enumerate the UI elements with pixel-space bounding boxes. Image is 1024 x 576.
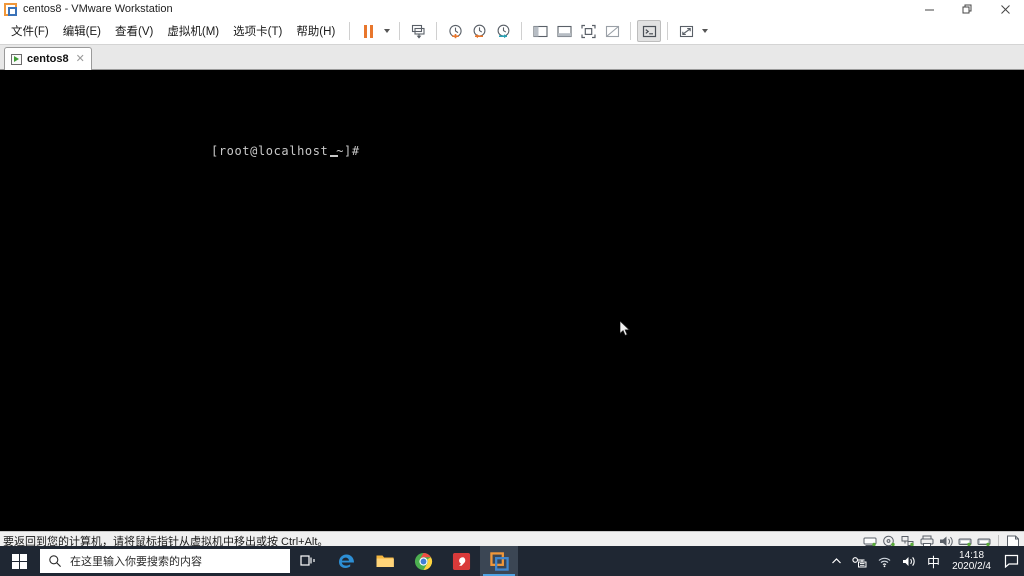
toolbar-separator xyxy=(436,22,438,40)
console-icon xyxy=(642,25,656,37)
system-tray: 中 14:18 2020/2/4 xyxy=(826,546,1024,576)
vmware-taskbar-button[interactable] xyxy=(480,546,518,576)
action-center-icon xyxy=(1004,554,1018,568)
wifi-button[interactable] xyxy=(872,546,897,576)
edge-button[interactable] xyxy=(328,546,366,576)
wifi-icon xyxy=(878,557,891,567)
toolbar-separator xyxy=(667,22,669,40)
snapshot-manager-button[interactable] xyxy=(491,20,515,42)
network-key-button[interactable] xyxy=(847,546,872,576)
take-snapshot-button[interactable] xyxy=(443,20,467,42)
windows-start-icon xyxy=(11,553,27,569)
library-panel-icon xyxy=(533,25,548,37)
speaker-icon xyxy=(903,556,915,566)
chevron-up-icon xyxy=(832,557,841,563)
toolbar-separator xyxy=(349,22,351,40)
close-button[interactable] xyxy=(986,0,1024,18)
menu-edit[interactable]: 编辑(E) xyxy=(57,20,107,42)
tab-centos8[interactable]: centos8 ✕ xyxy=(4,47,92,70)
vmware-logo-icon xyxy=(4,2,17,16)
close-icon xyxy=(1000,4,1010,14)
show-library-button[interactable] xyxy=(528,20,552,42)
menu-file[interactable]: 文件(F) xyxy=(5,20,55,42)
tray-overflow-button[interactable] xyxy=(826,546,847,576)
revert-snapshot-button[interactable] xyxy=(467,20,491,42)
wps-icon xyxy=(452,552,470,570)
vm-console-screen[interactable]: [root@localhost ~]# xyxy=(0,70,1024,531)
snapshot-revert-icon xyxy=(473,24,486,38)
start-button[interactable] xyxy=(0,546,38,576)
menu-vm[interactable]: 虚拟机(M) xyxy=(161,20,225,42)
power-dropdown[interactable] xyxy=(380,20,393,42)
minimize-button[interactable] xyxy=(910,0,948,18)
menu-tabs[interactable]: 选项卡(T) xyxy=(227,20,288,42)
clock-time: 14:18 xyxy=(959,549,985,561)
clock[interactable]: 14:18 2020/2/4 xyxy=(945,546,998,576)
menu-view[interactable]: 查看(V) xyxy=(109,20,159,42)
thumbnail-bar-icon xyxy=(557,25,572,37)
chrome-icon xyxy=(414,552,432,570)
tab-close-button[interactable]: ✕ xyxy=(76,53,85,65)
maximize-button[interactable] xyxy=(948,0,986,18)
stretch-icon xyxy=(679,25,693,37)
edge-icon xyxy=(339,554,354,568)
snapshot-clock-icon xyxy=(497,24,510,38)
menu-toolbar: 文件(F) 编辑(E) 查看(V) 虚拟机(M) 选项卡(T) 帮助(H) xyxy=(0,18,1024,45)
ime-indicator[interactable]: 中 xyxy=(922,546,945,576)
wps-button[interactable] xyxy=(442,546,480,576)
menu-help[interactable]: 帮助(H) xyxy=(290,20,341,42)
chrome-button[interactable] xyxy=(404,546,442,576)
pause-icon xyxy=(363,24,374,38)
search-input[interactable]: 在这里输入你要搜索的内容 xyxy=(40,549,290,573)
mouse-pointer-icon xyxy=(620,321,631,336)
enter-fullscreen-button[interactable] xyxy=(576,20,600,42)
title-bar: centos8 - VMware Workstation xyxy=(0,0,1024,18)
terminal-cursor xyxy=(330,155,338,157)
search-placeholder: 在这里输入你要搜索的内容 xyxy=(70,556,202,568)
toolbar-separator xyxy=(521,22,523,40)
tab-label: centos8 xyxy=(27,53,69,65)
action-center-button[interactable] xyxy=(998,546,1024,576)
window-title: centos8 - VMware Workstation xyxy=(23,3,173,15)
chevron-down-icon xyxy=(702,29,709,33)
suspend-button[interactable] xyxy=(356,20,380,42)
toolbar-separator xyxy=(630,22,632,40)
network-key-icon xyxy=(852,556,867,567)
clock-date: 2020/2/4 xyxy=(952,561,991,572)
snapshot-manager-icon xyxy=(411,24,425,39)
toolbar-separator xyxy=(399,22,401,40)
minimize-icon xyxy=(924,9,934,10)
unity-mode-button[interactable] xyxy=(600,20,624,42)
volume-button[interactable] xyxy=(897,546,922,576)
stretch-dropdown[interactable] xyxy=(698,20,711,42)
snapshot-add-icon xyxy=(449,24,462,38)
window-controls xyxy=(910,0,1024,18)
chevron-down-icon xyxy=(384,29,391,33)
restore-icon xyxy=(962,4,971,13)
search-icon xyxy=(49,555,61,567)
tab-bar: centos8 ✕ xyxy=(0,45,1024,70)
vm-powered-on-icon xyxy=(11,53,22,65)
task-view-icon xyxy=(300,555,315,566)
file-explorer-button[interactable] xyxy=(366,546,404,576)
manage-snapshots-button[interactable] xyxy=(406,20,430,42)
fullscreen-icon xyxy=(581,24,596,38)
vmware-logo-icon xyxy=(489,551,509,571)
unity-mode-icon xyxy=(605,25,619,37)
folder-icon xyxy=(376,555,394,567)
task-view-button[interactable] xyxy=(290,546,328,576)
windows-taskbar: 在这里输入你要搜索的内容 中 14:18 2020/2/4 xyxy=(0,546,1024,576)
console-view-button[interactable] xyxy=(637,20,662,42)
stretch-view-button[interactable] xyxy=(674,20,698,42)
show-thumbnails-button[interactable] xyxy=(552,20,576,42)
